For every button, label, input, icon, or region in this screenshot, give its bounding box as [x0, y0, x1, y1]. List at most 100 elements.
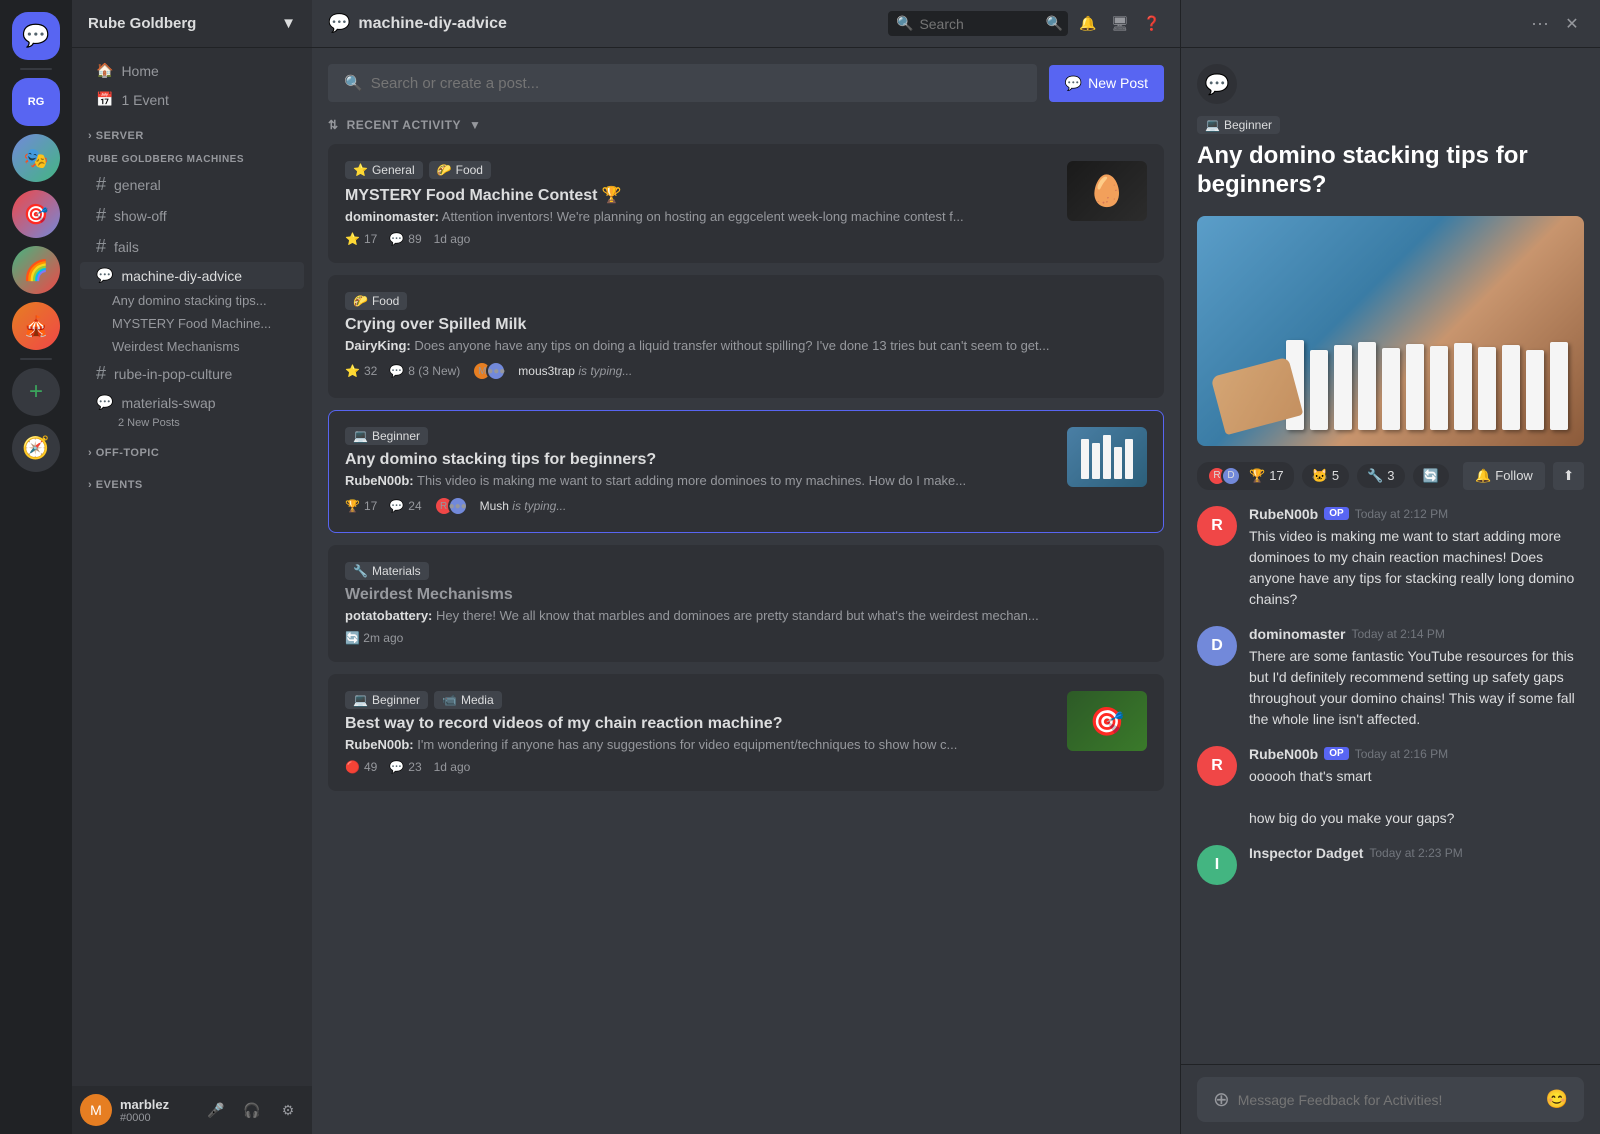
- server-name: Rube Goldberg: [88, 15, 196, 32]
- emoji-button[interactable]: 😊: [1546, 1089, 1568, 1110]
- post-card-spilled-milk[interactable]: 🌮Food Crying over Spilled Milk DairyKing…: [328, 275, 1164, 398]
- right-panel: ··· ✕ 💬 💻 Beginner Any domino stacking t…: [1180, 0, 1600, 1134]
- message-input-field[interactable]: [1238, 1092, 1538, 1108]
- comment-avatar-1: R: [1197, 506, 1237, 546]
- domino-tile: [1478, 347, 1496, 430]
- post-time: 🔄 2m ago: [345, 631, 403, 645]
- new-post-button[interactable]: 💬 New Post: [1049, 65, 1164, 102]
- post-tags: 💻Beginner 📹Media: [345, 691, 1055, 709]
- channel-materials-swap[interactable]: 💬 materials-swap 2 New Posts: [80, 389, 304, 431]
- comment-avatar-3: R: [1197, 746, 1237, 786]
- post-tag-general: ⭐General: [345, 161, 423, 179]
- inbox-button[interactable]: 🖥: [1108, 12, 1132, 36]
- server-icon-2[interactable]: 🎯: [12, 190, 60, 238]
- reaction-recycle[interactable]: 🔄: [1413, 464, 1449, 488]
- comment-author-2: dominomaster: [1249, 626, 1345, 642]
- domino-tile: [1502, 345, 1520, 430]
- calendar-icon: 📅: [96, 91, 113, 108]
- post-title: MYSTERY Food Machine Contest 🏆: [345, 185, 1055, 205]
- more-options-button[interactable]: ···: [1528, 12, 1552, 36]
- new-post-label: New Post: [1088, 75, 1148, 91]
- discover-button[interactable]: 🧭: [12, 424, 60, 472]
- comment-time-1: Today at 2:12 PM: [1355, 507, 1448, 521]
- channel-label: fails: [114, 239, 139, 255]
- thread-weirdest-mechanisms[interactable]: Weirdest Mechanisms: [80, 335, 304, 358]
- post-meta: ⭐ 32 💬 8 (3 New) M ●●● mous3trap is typi…: [345, 361, 1147, 381]
- detail-badge-label: 💻 Beginner: [1197, 116, 1280, 134]
- search-input[interactable]: [919, 16, 1039, 32]
- forum-search-input[interactable]: [371, 75, 1021, 92]
- domino-tile: [1334, 345, 1352, 430]
- channel-machine-diy-advice[interactable]: 💬 machine-diy-advice: [80, 262, 304, 289]
- hash-icon: #: [96, 236, 106, 257]
- sidebar-item-home[interactable]: 🏠 Home: [80, 56, 304, 85]
- thread-mystery-food[interactable]: MYSTERY Food Machine...: [80, 312, 304, 335]
- post-meta: ⭐ 17 💬 89 1d ago: [345, 232, 1055, 246]
- typing-indicator: Mush is typing...: [480, 499, 567, 513]
- rube-section-label[interactable]: RUBE GOLDBERG MACHINES: [72, 146, 312, 169]
- comment-header-4: Inspector Dadget Today at 2:23 PM: [1249, 845, 1584, 861]
- post-thumbnail: 🥚: [1067, 161, 1147, 221]
- sidebar-item-events[interactable]: 📅 1 Event: [80, 85, 304, 114]
- sort-icon: ⇅: [328, 118, 339, 132]
- post-comments: 💬 24: [389, 499, 421, 513]
- server-icon-rube[interactable]: RG: [12, 78, 60, 126]
- home-icon: 🏠: [96, 62, 113, 79]
- settings-button[interactable]: ⚙: [272, 1094, 304, 1126]
- post-thumbnail: 🎯: [1067, 691, 1147, 751]
- server-icon-4[interactable]: 🎪: [12, 302, 60, 350]
- plus-circle-icon[interactable]: ⊕: [1213, 1087, 1230, 1112]
- channel-header-icon: 💬: [328, 13, 350, 34]
- events-section-label[interactable]: EVENTS: [72, 463, 312, 495]
- domino-tile: [1310, 350, 1328, 430]
- server-section-label[interactable]: SERVER: [72, 114, 312, 146]
- follow-label: Follow: [1495, 468, 1533, 483]
- post-time: 1d ago: [434, 760, 471, 774]
- server-icon-discord[interactable]: 💬: [12, 12, 60, 60]
- forum-body: 🔍 💬 New Post ⇅ RECENT ACTIVITY ▼ ⭐Genera…: [312, 48, 1180, 1134]
- activity-label: RECENT ACTIVITY: [347, 118, 461, 132]
- channel-fails[interactable]: # fails: [80, 231, 304, 262]
- comment-content-2: dominomaster Today at 2:14 PM There are …: [1249, 626, 1584, 730]
- channel-rube-in-pop-culture[interactable]: # rube-in-pop-culture: [80, 358, 304, 389]
- message-input-area: ⊕ 😊: [1181, 1064, 1600, 1134]
- add-server-button[interactable]: +: [12, 368, 60, 416]
- forum-search-bar[interactable]: 🔍: [328, 64, 1037, 102]
- headset-button[interactable]: 🎧: [236, 1094, 268, 1126]
- follow-button[interactable]: 🔔 Follow: [1463, 462, 1545, 490]
- typing-indicator: mous3trap is typing...: [518, 364, 632, 378]
- post-tags: ⭐General 🌮Food: [345, 161, 1055, 179]
- hash-icon: #: [96, 205, 106, 226]
- thread-domino-tips[interactable]: Any domino stacking tips...: [80, 289, 304, 312]
- reaction-trophy[interactable]: R D 🏆 17: [1197, 462, 1294, 490]
- help-button[interactable]: ❓: [1140, 12, 1164, 36]
- post-card-domino-tips[interactable]: 💻Beginner Any domino stacking tips for b…: [328, 410, 1164, 533]
- post-card-mystery-food[interactable]: ⭐General 🌮Food MYSTERY Food Machine Cont…: [328, 144, 1164, 263]
- share-button[interactable]: ⬆: [1553, 462, 1584, 490]
- username: marblez: [120, 1097, 192, 1112]
- comment-author-3: RubeN00b: [1249, 746, 1318, 762]
- post-content: ⭐General 🌮Food MYSTERY Food Machine Cont…: [345, 161, 1055, 246]
- comment-2: D dominomaster Today at 2:14 PM There ar…: [1197, 626, 1584, 730]
- channel-show-off[interactable]: # show-off: [80, 200, 304, 231]
- server-icon-1[interactable]: 🎭: [12, 134, 60, 182]
- server-icon-3[interactable]: 🌈: [12, 246, 60, 294]
- server-icon-rail: 💬 RG 🎭 🎯 🌈 🎪 + 🧭: [0, 0, 72, 1134]
- reaction-cat[interactable]: 🐱 5: [1302, 464, 1349, 488]
- header-search-bar[interactable]: 🔍 🔍: [888, 11, 1068, 36]
- mic-button[interactable]: 🎤: [200, 1094, 232, 1126]
- close-button[interactable]: ✕: [1560, 12, 1584, 36]
- domino-tile: [1526, 350, 1544, 430]
- bell-button[interactable]: 🔔: [1076, 12, 1100, 36]
- comment-header-1: RubeN00b OP Today at 2:12 PM: [1249, 506, 1584, 522]
- reaction-wrench[interactable]: 🔧 3: [1357, 464, 1404, 488]
- post-card-record-videos[interactable]: 💻Beginner 📹Media Best way to record vide…: [328, 674, 1164, 791]
- offtopic-section-label[interactable]: OFF-TOPIC: [72, 431, 312, 463]
- server-header[interactable]: Rube Goldberg ▼: [72, 0, 312, 48]
- main-content: 💬 machine-diy-advice 🔍 🔍 🔔 🖥 ❓ 🔍 💬 New P…: [312, 0, 1180, 1134]
- post-excerpt: potatobattery: Hey there! We all know th…: [345, 608, 1147, 623]
- bell-icon: 🔔: [1475, 468, 1491, 484]
- post-card-weirdest-mechanisms[interactable]: 🔧Materials Weirdest Mechanisms potatobat…: [328, 545, 1164, 662]
- channel-general[interactable]: # general: [80, 169, 304, 200]
- post-excerpt: RubeN00b: This video is making me want t…: [345, 473, 1055, 488]
